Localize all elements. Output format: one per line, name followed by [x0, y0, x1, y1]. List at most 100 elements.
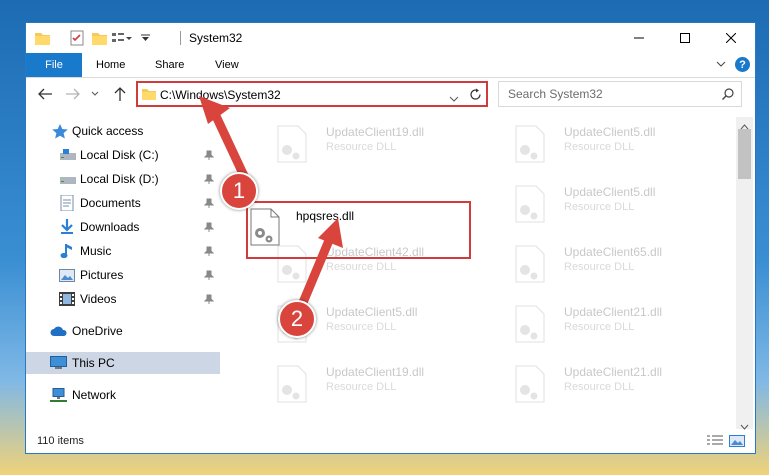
- sidebar-item-network[interactable]: Network: [26, 384, 220, 406]
- details-view-icon[interactable]: [707, 435, 723, 447]
- sidebar-item-label: Videos: [80, 292, 117, 306]
- pin-icon: [203, 197, 215, 211]
- sidebar-item-label: Local Disk (D:): [80, 172, 159, 186]
- file-name: UpdateClient19.dll: [326, 365, 425, 379]
- ribbon-tabs: File Home Share View ?: [26, 53, 755, 78]
- sidebar-item-downloads[interactable]: Downloads: [26, 216, 220, 238]
- help-button[interactable]: ?: [735, 57, 750, 72]
- callout-badge-2: 2: [278, 300, 316, 338]
- pin-icon: [203, 149, 215, 163]
- file-name: UpdateClient21.dll: [564, 365, 663, 379]
- dll-file-icon: [515, 125, 545, 163]
- file-list: UpdateClient19.dll Resource DLL UpdateCl…: [221, 117, 736, 429]
- back-button[interactable]: [35, 84, 55, 104]
- callout-badge-1: 1: [220, 172, 258, 210]
- large-icons-view-icon[interactable]: [729, 435, 745, 447]
- chevron-down-icon[interactable]: [139, 29, 151, 47]
- file-item[interactable]: UpdateClient19.dll Resource DLL: [251, 361, 461, 411]
- sidebar-item-label: Quick access: [72, 124, 144, 138]
- file-name: hpqsres.dll: [296, 209, 355, 223]
- minimize-button[interactable]: [616, 23, 662, 53]
- window-title: System32: [189, 31, 243, 45]
- pin-icon: [203, 293, 215, 307]
- highlighted-file-item[interactable]: hpqsres.dll: [246, 201, 471, 259]
- sidebar-item-onedrive[interactable]: OneDrive: [26, 320, 220, 342]
- status-bar: 110 items: [26, 429, 755, 453]
- recent-locations-button[interactable]: [89, 84, 101, 104]
- maximize-button[interactable]: [662, 23, 708, 53]
- sidebar-item-label: Downloads: [80, 220, 140, 234]
- vertical-scrollbar[interactable]: [736, 117, 753, 430]
- file-name: UpdateClient65.dll: [564, 245, 663, 259]
- scrollbar-thumb[interactable]: [738, 129, 751, 179]
- expand-ribbon-icon[interactable]: [715, 58, 727, 73]
- file-name: UpdateClient5.dll: [564, 125, 656, 139]
- title-bar: System32: [26, 23, 755, 53]
- file-type: Resource DLL: [326, 261, 397, 273]
- sidebar-item-local-disk-c[interactable]: Local Disk (C:): [26, 144, 220, 166]
- network-icon: [50, 387, 67, 403]
- documents-icon: [60, 195, 74, 211]
- file-type: Resource DLL: [326, 321, 397, 333]
- sidebar-item-videos[interactable]: Videos: [26, 288, 220, 310]
- pin-icon: [203, 245, 215, 259]
- tab-file[interactable]: File: [26, 53, 82, 77]
- tab-home[interactable]: Home: [96, 53, 125, 77]
- sidebar-item-quick-access[interactable]: Quick access: [26, 120, 220, 142]
- folder-icon: [142, 88, 156, 103]
- drive-icon: [60, 149, 76, 161]
- pin-icon: [203, 173, 215, 187]
- tab-view[interactable]: View: [215, 53, 239, 77]
- sidebar-item-documents[interactable]: Documents: [26, 192, 220, 214]
- sidebar-item-label: Music: [80, 244, 112, 258]
- sidebar-item-label: This PC: [72, 356, 115, 370]
- chevron-down-icon[interactable]: [449, 91, 459, 105]
- search-placeholder: Search System32: [508, 87, 603, 101]
- up-button[interactable]: [110, 84, 130, 104]
- sidebar-item-local-disk-d[interactable]: Local Disk (D:): [26, 168, 220, 190]
- file-type: Resource DLL: [326, 141, 397, 153]
- dll-file-icon: [515, 365, 545, 403]
- sidebar-item-this-pc[interactable]: This PC: [26, 352, 220, 374]
- navigation-pane: Quick access Local Disk (C:) Local Disk …: [26, 117, 220, 429]
- address-bar[interactable]: C:\Windows\System32: [136, 81, 488, 107]
- item-count: 110 items: [37, 435, 84, 447]
- file-item[interactable]: UpdateClient21.dll Resource DLL: [489, 301, 699, 351]
- sidebar-item-pictures[interactable]: Pictures: [26, 264, 220, 286]
- title-separator: [180, 31, 181, 45]
- close-button[interactable]: [708, 23, 754, 53]
- file-name: UpdateClient21.dll: [564, 305, 663, 319]
- file-item[interactable]: UpdateClient5.dll Resource DLL: [489, 181, 699, 231]
- cloud-icon: [50, 326, 68, 337]
- dll-file-icon: [277, 365, 307, 403]
- customize-toolbar-icon[interactable]: [112, 29, 132, 47]
- sidebar-item-music[interactable]: Music: [26, 240, 220, 262]
- file-type: Resource DLL: [326, 381, 397, 393]
- file-name: UpdateClient5.dll: [564, 185, 656, 199]
- file-name: UpdateClient19.dll: [326, 125, 425, 139]
- file-type: Resource DLL: [564, 381, 635, 393]
- file-type: Resource DLL: [564, 261, 635, 273]
- download-arrow-icon: [60, 219, 74, 235]
- file-item[interactable]: UpdateClient65.dll Resource DLL: [489, 241, 699, 291]
- dll-file-icon: [277, 125, 307, 163]
- forward-button[interactable]: [63, 84, 83, 104]
- sidebar-item-label: Documents: [80, 196, 141, 210]
- refresh-button[interactable]: [463, 81, 488, 107]
- properties-icon[interactable]: [68, 29, 86, 47]
- sidebar-item-label: Pictures: [80, 268, 124, 282]
- computer-icon: [50, 356, 67, 370]
- file-type: Resource DLL: [564, 141, 635, 153]
- file-item[interactable]: UpdateClient21.dll Resource DLL: [489, 361, 699, 411]
- file-type: Resource DLL: [564, 201, 635, 213]
- search-input[interactable]: Search System32: [498, 81, 742, 107]
- tab-share[interactable]: Share: [155, 53, 184, 77]
- new-folder-icon[interactable]: [90, 29, 108, 47]
- dll-file-icon: [515, 185, 545, 223]
- file-item[interactable]: UpdateClient5.dll Resource DLL: [489, 121, 699, 171]
- file-item[interactable]: UpdateClient19.dll Resource DLL: [251, 121, 461, 171]
- dll-file-icon: [250, 208, 280, 246]
- dll-file-icon: [515, 245, 545, 283]
- pictures-icon: [59, 268, 75, 282]
- pin-icon: [203, 269, 215, 283]
